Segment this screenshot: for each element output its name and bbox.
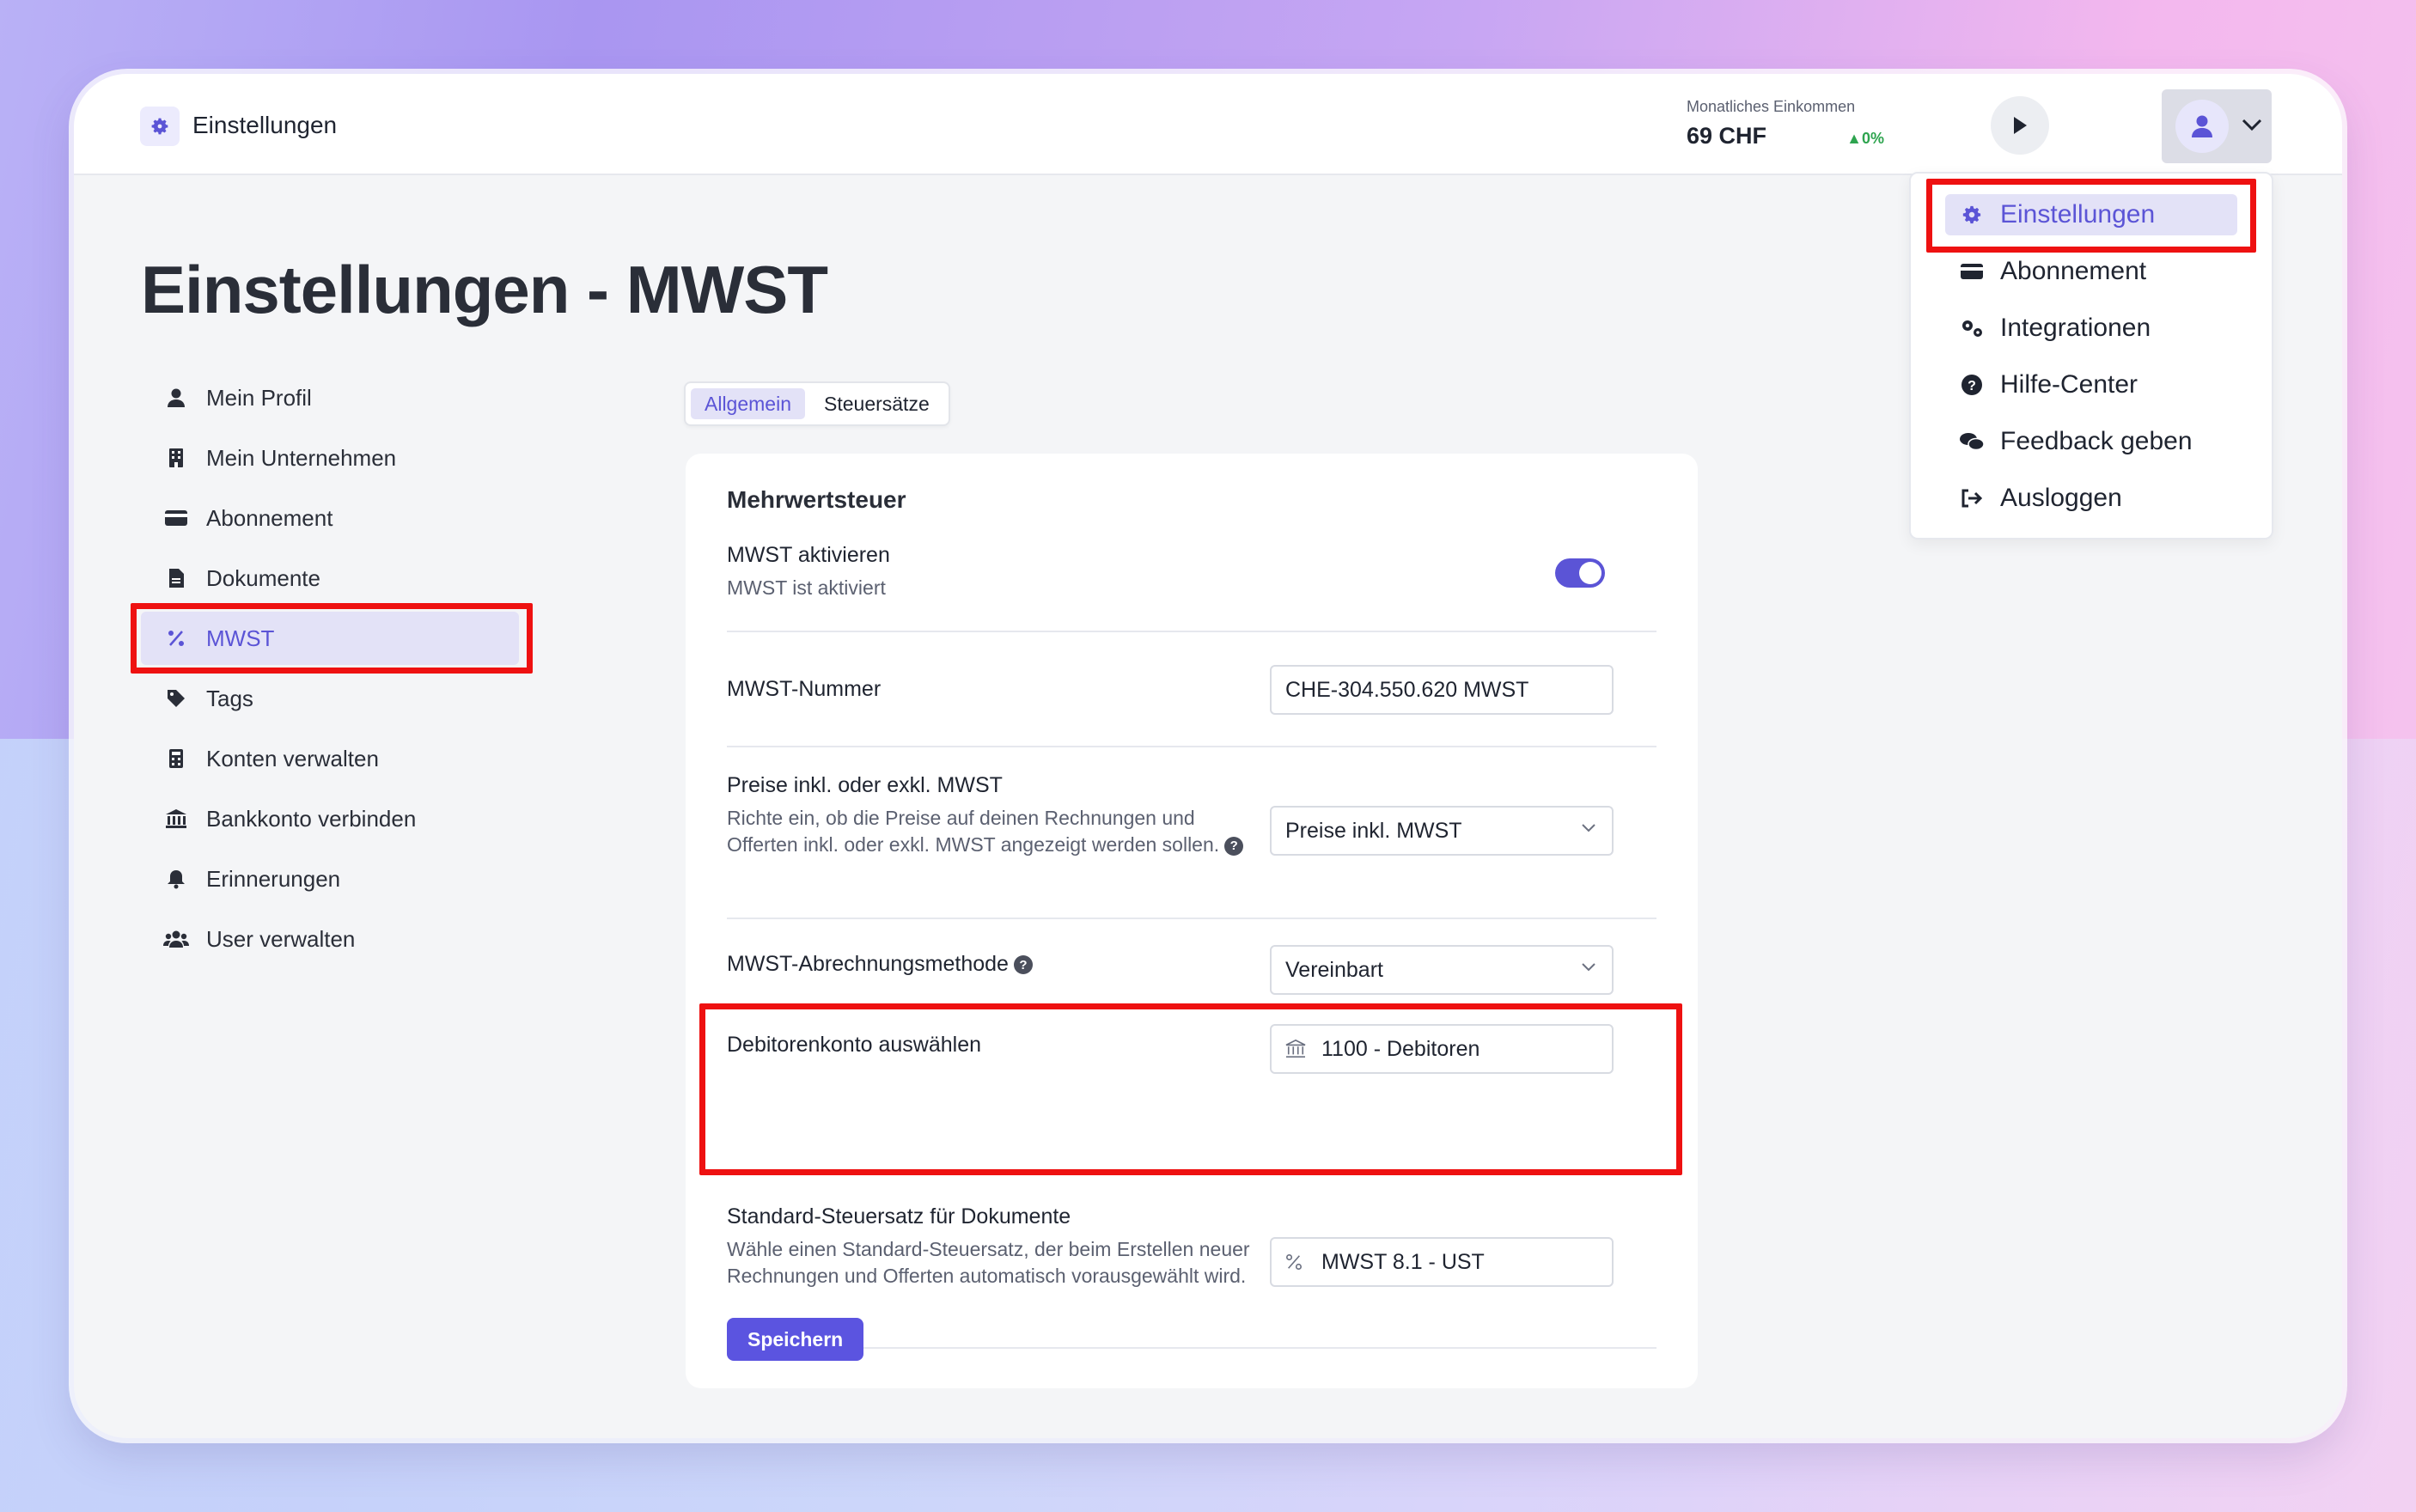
- sidebar-item-mwst[interactable]: MWST: [131, 603, 533, 674]
- chevron-down-icon: [1582, 824, 1595, 832]
- mwst-settings-card: Mehrwertsteuer MWST aktivieren MWST ist …: [686, 454, 1698, 1388]
- income-value: 69 CHF: [1687, 123, 1767, 149]
- menu-item-hilfe-center[interactable]: ? Hilfe-Center: [1945, 364, 2237, 405]
- top-bar: Einstellungen Monatliches Einkommen 69 C…: [74, 74, 2342, 175]
- menu-item-ausloggen[interactable]: Ausloggen: [1945, 478, 2237, 519]
- menu-item-feedback-geben[interactable]: Feedback geben: [1945, 421, 2237, 462]
- prices-sub: Richte ein, ob die Preise auf deinen Rec…: [727, 805, 1260, 858]
- sidebar-item-bankkonto-verbinden[interactable]: Bankkonto verbinden: [141, 792, 519, 845]
- play-button[interactable]: [1991, 96, 2049, 155]
- monthly-income: Monatliches Einkommen 69 CHF ▲0%: [1687, 98, 1884, 149]
- bank-icon: [163, 806, 189, 832]
- chevron-down-icon: [2242, 119, 2262, 131]
- sidebar-item-mein-profil[interactable]: Mein Profil: [141, 371, 519, 424]
- income-change: ▲0%: [1846, 130, 1884, 147]
- calculator-icon: [163, 746, 189, 771]
- logout-icon: [1959, 488, 1985, 509]
- user-menu-button[interactable]: [2162, 89, 2272, 163]
- sidebar-item-dokumente[interactable]: Dokumente: [141, 552, 519, 605]
- svg-text:?: ?: [1968, 379, 1976, 393]
- user-icon: [2192, 115, 2212, 137]
- play-icon: [2014, 117, 2027, 134]
- settings-sidebar: Mein Profil Mein Unternehmen Abonnement …: [131, 371, 533, 972]
- mwst-toggle-sub: MWST ist aktiviert: [727, 576, 886, 599]
- menu-item-abonnement[interactable]: Abonnement: [1945, 251, 2237, 292]
- settings-tabs: Allgemein Steuersätze: [684, 381, 950, 426]
- credit-card-icon: [1959, 262, 1985, 281]
- arrow-up-icon: ▲: [1846, 130, 1862, 147]
- save-button[interactable]: Speichern: [727, 1318, 864, 1361]
- default-rate-label: Standard-Steuersatz für Dokumente: [727, 1204, 1071, 1228]
- default-rate-sub: Wähle einen Standard-Steuersatz, der bei…: [727, 1238, 1250, 1287]
- sidebar-item-abonnement[interactable]: Abonnement: [141, 491, 519, 545]
- bank-icon: [1285, 1040, 1308, 1058]
- mwst-toggle-label: MWST aktivieren: [727, 543, 890, 567]
- building-icon: [163, 445, 189, 471]
- help-icon[interactable]: ?: [1224, 836, 1244, 856]
- default-rate-select[interactable]: MWST 8.1 - UST: [1270, 1237, 1614, 1287]
- app-title: Einstellungen: [192, 112, 338, 138]
- chevron-down-icon: [1582, 963, 1595, 972]
- prices-select[interactable]: Preise inkl. MWST: [1270, 806, 1614, 856]
- mwst-number-input[interactable]: CHE-304.550.620 MWST: [1270, 665, 1614, 715]
- credit-card-icon: [163, 505, 189, 531]
- divider: [727, 746, 1656, 747]
- page-title: Einstellungen - MWST: [141, 252, 828, 327]
- debtor-account-select[interactable]: 1100 - Debitoren: [1270, 1024, 1614, 1074]
- menu-item-einstellungen[interactable]: Einstellungen: [1945, 194, 2237, 235]
- divider: [727, 631, 1656, 632]
- bell-icon: [163, 866, 189, 892]
- card-title: Mehrwertsteuer: [727, 486, 906, 513]
- prices-label: Preise inkl. oder exkl. MWST: [727, 773, 1003, 797]
- comments-icon: [1959, 431, 1985, 452]
- percent-icon: [1285, 1253, 1308, 1271]
- sidebar-item-user-verwalten[interactable]: User verwalten: [141, 912, 519, 966]
- avatar: [2175, 100, 2229, 153]
- sidebar-item-mein-unternehmen[interactable]: Mein Unternehmen: [141, 431, 519, 485]
- user-icon: [163, 385, 189, 411]
- user-dropdown-menu: Einstellungen Abonnement Integrationen ?…: [1909, 172, 2273, 540]
- divider: [727, 918, 1656, 919]
- gear-icon: [1959, 204, 1985, 226]
- divider: [727, 1347, 1656, 1349]
- toggle-knob: [1579, 562, 1602, 584]
- tab-steuersaetze[interactable]: Steuersätze: [810, 388, 943, 419]
- method-select[interactable]: Vereinbart: [1270, 945, 1614, 995]
- sidebar-item-tags[interactable]: Tags: [141, 672, 519, 725]
- app-window: Einstellungen Monatliches Einkommen 69 C…: [74, 74, 2342, 1438]
- gears-icon: [1959, 318, 1985, 338]
- percent-icon: [163, 625, 189, 651]
- gear-icon: [140, 107, 180, 146]
- question-icon: ?: [1959, 374, 1985, 396]
- sidebar-item-konten-verwalten[interactable]: Konten verwalten: [141, 732, 519, 785]
- mwst-toggle[interactable]: [1555, 558, 1605, 588]
- income-label: Monatliches Einkommen: [1687, 98, 1856, 115]
- tag-icon: [163, 686, 189, 711]
- document-icon: [163, 565, 189, 591]
- tab-allgemein[interactable]: Allgemein: [691, 388, 805, 419]
- users-icon: [163, 926, 189, 952]
- mwst-toggle-row: MWST aktivieren MWST ist aktiviert: [727, 543, 1656, 601]
- menu-item-integrationen[interactable]: Integrationen: [1945, 308, 2237, 349]
- help-icon[interactable]: ?: [1013, 955, 1033, 975]
- sidebar-item-erinnerungen[interactable]: Erinnerungen: [141, 852, 519, 905]
